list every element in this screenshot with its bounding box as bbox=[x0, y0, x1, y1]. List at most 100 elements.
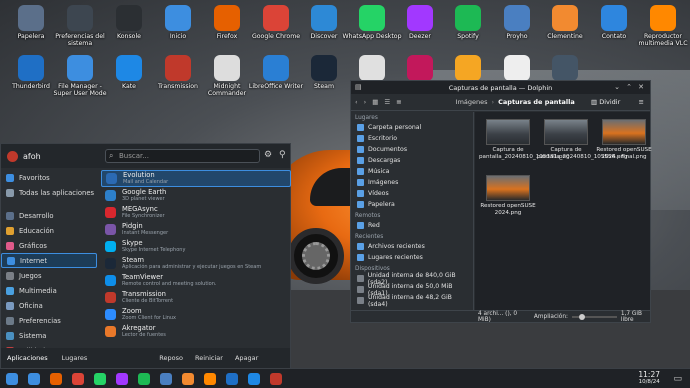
app-text: Google Earth 3D planet viewer bbox=[122, 189, 166, 203]
places-item[interactable]: Lugares recientes bbox=[351, 252, 473, 263]
places-item[interactable]: Descargas bbox=[351, 155, 473, 166]
deezer-icon[interactable] bbox=[116, 373, 128, 385]
file-manager-icon bbox=[67, 55, 93, 81]
desktop-icon-label: Discover bbox=[310, 33, 338, 40]
pcsx2-icon bbox=[407, 55, 433, 81]
maximize-icon[interactable]: ⌃ bbox=[626, 83, 632, 91]
clock-time: 11:27 bbox=[638, 370, 660, 379]
app-item[interactable]: Zoom Zoom Client for Linux bbox=[101, 306, 291, 323]
proyho-icon[interactable] bbox=[160, 373, 172, 385]
configure-icon[interactable]: ⚙ bbox=[264, 150, 272, 160]
places-item[interactable]: Música bbox=[351, 166, 473, 177]
whatsapp-icon[interactable] bbox=[94, 373, 106, 385]
places-item[interactable]: Red bbox=[351, 220, 473, 231]
category-8[interactable]: Oficina bbox=[1, 298, 97, 313]
zoom-slider[interactable] bbox=[571, 313, 617, 320]
category-6[interactable]: Juegos bbox=[1, 268, 97, 283]
breadcrumb-parent[interactable]: Imágenes bbox=[456, 98, 488, 106]
mc-icon bbox=[214, 55, 240, 81]
app-text: Zoom Zoom Client for Linux bbox=[122, 308, 176, 322]
app-item[interactable]: Google Earth 3D planet viewer bbox=[101, 187, 291, 204]
places-item[interactable]: Papelera bbox=[351, 199, 473, 210]
pin-icon[interactable]: ⚲ bbox=[279, 150, 286, 160]
app-item[interactable]: Transmission Cliente de BitTorrent bbox=[101, 289, 291, 306]
forward-icon[interactable]: › bbox=[364, 98, 367, 106]
clementine-icon[interactable] bbox=[182, 373, 194, 385]
places-tab[interactable]: Lugares bbox=[62, 354, 88, 362]
thunderbird-icon[interactable] bbox=[226, 373, 238, 385]
app-item[interactable]: Evolution Mail and Calendar bbox=[101, 170, 291, 187]
folder-icon bbox=[357, 201, 364, 208]
category-7[interactable]: Multimedia bbox=[1, 283, 97, 298]
app-item[interactable]: TeamViewer Remote control and meeting sol… bbox=[101, 272, 291, 289]
category-0[interactable]: Favoritos bbox=[1, 170, 97, 185]
back-icon[interactable]: ‹ bbox=[355, 98, 358, 106]
places-item[interactable]: Documentos bbox=[351, 144, 473, 155]
app-icon bbox=[105, 224, 116, 235]
avatar[interactable] bbox=[7, 150, 18, 162]
places-item[interactable]: Archivos recientes bbox=[351, 241, 473, 252]
category-label: Juegos bbox=[19, 271, 42, 280]
app-item[interactable]: Akregator Lector de fuentes bbox=[101, 323, 291, 340]
file-item[interactable]: Restored openSUSE 2024 - Final.png bbox=[595, 114, 653, 160]
menu-icon[interactable] bbox=[6, 373, 18, 385]
window-title: Capturas de pantalla — Dolphin bbox=[448, 83, 553, 92]
firefox-icon[interactable] bbox=[50, 373, 62, 385]
category-4[interactable]: Gráficos bbox=[1, 238, 97, 253]
category-10[interactable]: Sistema bbox=[1, 328, 97, 343]
window-titlebar[interactable]: ▤ Capturas de pantalla — Dolphin ⌄ ⌃ ✕ bbox=[351, 81, 650, 94]
app-item[interactable]: Pidgin Instant Messenger bbox=[101, 221, 291, 238]
file-view[interactable]: Captura de pantalla_20240810_105331.png C… bbox=[475, 112, 653, 310]
details-view-icon[interactable]: ≣ bbox=[396, 98, 401, 106]
category-label: Internet bbox=[20, 256, 47, 265]
sleep-button[interactable]: Reposo bbox=[159, 354, 183, 362]
app-item[interactable]: Steam Aplicación para administrar y ejecu… bbox=[101, 255, 291, 272]
split-label: Dividir bbox=[599, 98, 621, 106]
menu-icon[interactable]: ≡ bbox=[639, 98, 644, 106]
shutdown-button[interactable]: Apagar bbox=[235, 354, 258, 362]
compact-view-icon[interactable]: ☰ bbox=[384, 98, 390, 106]
minimize-icon[interactable]: ⌄ bbox=[614, 83, 620, 91]
zoom-slider-handle[interactable] bbox=[579, 313, 586, 320]
free-space: 1,7 GiB libre bbox=[620, 310, 642, 323]
places-item[interactable]: Vídeos bbox=[351, 188, 473, 199]
spotify-icon[interactable] bbox=[138, 373, 150, 385]
chrome-icon[interactable] bbox=[72, 373, 84, 385]
kate-icon[interactable] bbox=[248, 373, 260, 385]
search-input[interactable]: ⌕ Buscar... bbox=[105, 149, 260, 163]
clock[interactable]: 11:27 10/8/24 bbox=[638, 370, 660, 386]
writer-icon bbox=[263, 55, 289, 81]
dolphin-icon[interactable] bbox=[28, 373, 40, 385]
desktop-icon-vlc[interactable]: Reproductor multimedia VLC bbox=[632, 5, 690, 47]
file-item[interactable]: Captura de pantalla_20240810_105556.png bbox=[537, 114, 628, 160]
file-item[interactable]: Captura de pantalla_20240810_105331.png bbox=[479, 114, 570, 160]
show-desktop-icon[interactable]: ▭ bbox=[673, 374, 682, 384]
folder-icon bbox=[357, 179, 364, 186]
places-item[interactable]: Escritorio bbox=[351, 133, 473, 144]
transmission-icon[interactable] bbox=[270, 373, 282, 385]
applications-tab[interactable]: Aplicaciones bbox=[7, 354, 48, 362]
places-item[interactable]: Unidad interna de 48,2 GiB (sda4) bbox=[351, 294, 473, 308]
file-item[interactable]: Restored openSUSE 2024.png bbox=[479, 170, 537, 216]
split-button[interactable]: ▥ Dividir bbox=[591, 98, 620, 106]
places-item[interactable]: Carpeta personal bbox=[351, 122, 473, 133]
desktop-icon-label: Papelera bbox=[17, 33, 45, 40]
vlc-icon[interactable] bbox=[204, 373, 216, 385]
icon-view-icon[interactable]: ▦ bbox=[372, 98, 378, 106]
category-1[interactable]: Todas las aplicaciones bbox=[1, 185, 97, 200]
folder-icon bbox=[357, 190, 364, 197]
close-icon[interactable]: ✕ bbox=[638, 83, 644, 91]
breadcrumb-current[interactable]: Capturas de pantalla bbox=[498, 98, 575, 106]
proyho-icon bbox=[504, 5, 530, 31]
category-9[interactable]: Preferencias bbox=[1, 313, 97, 328]
toolbar: ‹ › ▦ ☰ ≣ Imágenes › Capturas de pantall… bbox=[351, 94, 650, 111]
app-item[interactable]: MEGAsync File Synchronizer bbox=[101, 204, 291, 221]
category-5[interactable]: Internet bbox=[1, 253, 97, 268]
app-item[interactable]: Skype Skype Internet Telephony bbox=[101, 238, 291, 255]
category-3[interactable]: Educación bbox=[1, 223, 97, 238]
category-label: Gráficos bbox=[19, 241, 47, 250]
category-2[interactable]: Desarrollo bbox=[1, 208, 97, 223]
restart-button[interactable]: Reiniciar bbox=[195, 354, 223, 362]
places-item[interactable]: Imágenes bbox=[351, 177, 473, 188]
desktop-icon-gauge[interactable] bbox=[534, 55, 596, 83]
